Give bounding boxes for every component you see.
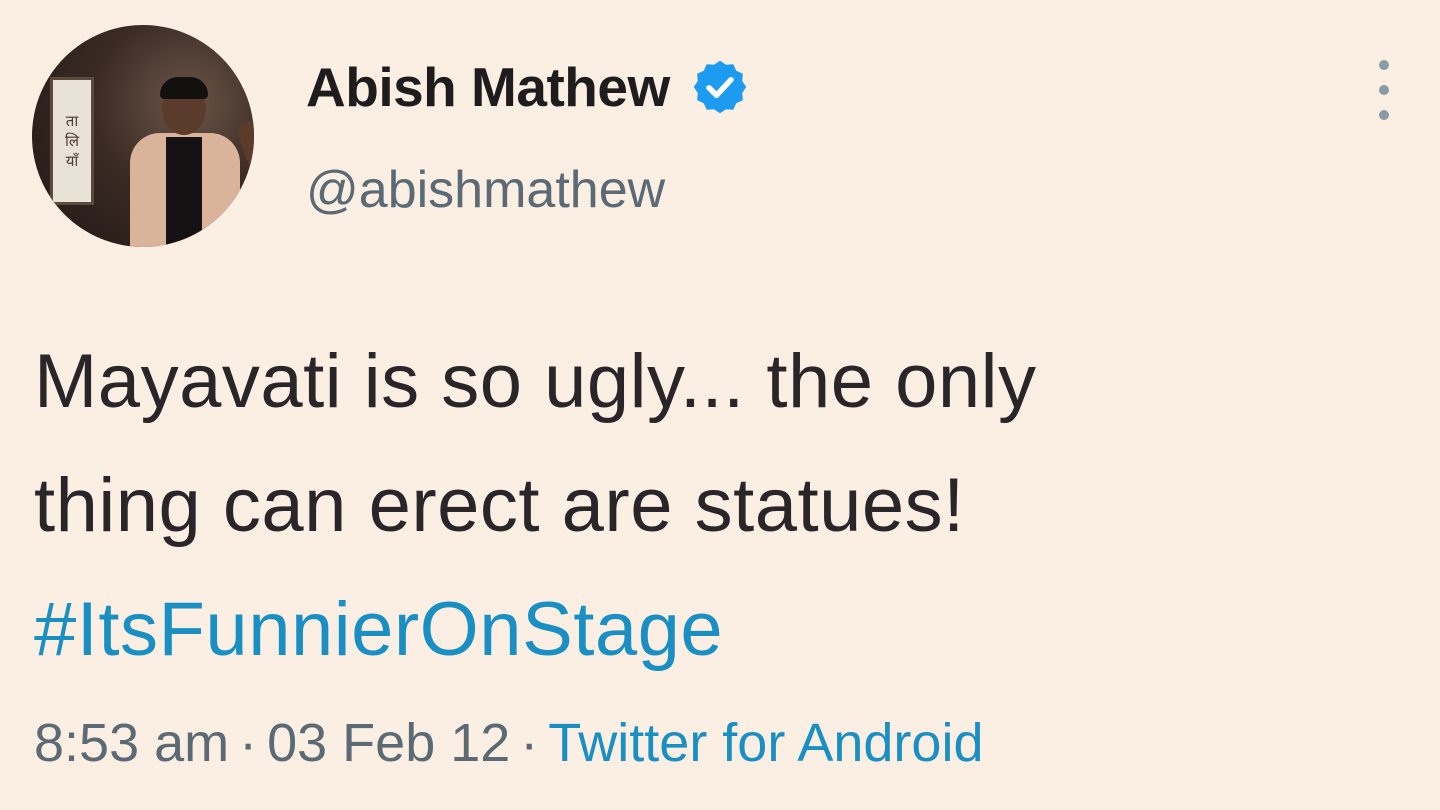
tweet-card: ता लि याँ Abish Mathew @abishmathew Maya…: [0, 0, 1440, 810]
tweet-text-line: Mayavati is so ugly... the only: [34, 339, 1037, 424]
author-handle[interactable]: @abishmathew: [306, 160, 665, 220]
avatar-sign-char: याँ: [65, 152, 79, 170]
tweet-text: Mayavati is so ugly... the only thing ca…: [34, 320, 1394, 692]
avatar-background-sign: ता लि याँ: [50, 77, 94, 205]
tweet-text-line: thing can erect are statues!: [34, 463, 965, 548]
avatar-person-hair: [160, 77, 208, 99]
more-dot: [1379, 60, 1389, 70]
hashtag-link[interactable]: #ItsFunnierOnStage: [34, 568, 1394, 692]
tweet-meta: 8:53 am · 03 Feb 12 · Twitter for Android: [34, 712, 983, 774]
avatar-sign-char: लि: [64, 132, 80, 150]
more-dot: [1379, 110, 1389, 120]
tweet-time: 8:53 am: [34, 713, 230, 773]
avatar[interactable]: ता लि याँ: [32, 25, 254, 247]
more-options-icon[interactable]: [1366, 60, 1402, 120]
author-display-name[interactable]: Abish Mathew: [306, 55, 670, 119]
avatar-person-shirt: [166, 137, 202, 247]
meta-separator: ·: [520, 713, 539, 773]
tweet-date: 03 Feb 12: [267, 713, 511, 773]
tweet-source-link[interactable]: Twitter for Android: [548, 713, 983, 773]
more-dot: [1379, 85, 1389, 95]
verified-badge-icon: [690, 57, 750, 117]
avatar-sign-char: ता: [65, 112, 79, 130]
author-name-row: Abish Mathew: [306, 52, 750, 122]
meta-separator: ·: [239, 713, 258, 773]
